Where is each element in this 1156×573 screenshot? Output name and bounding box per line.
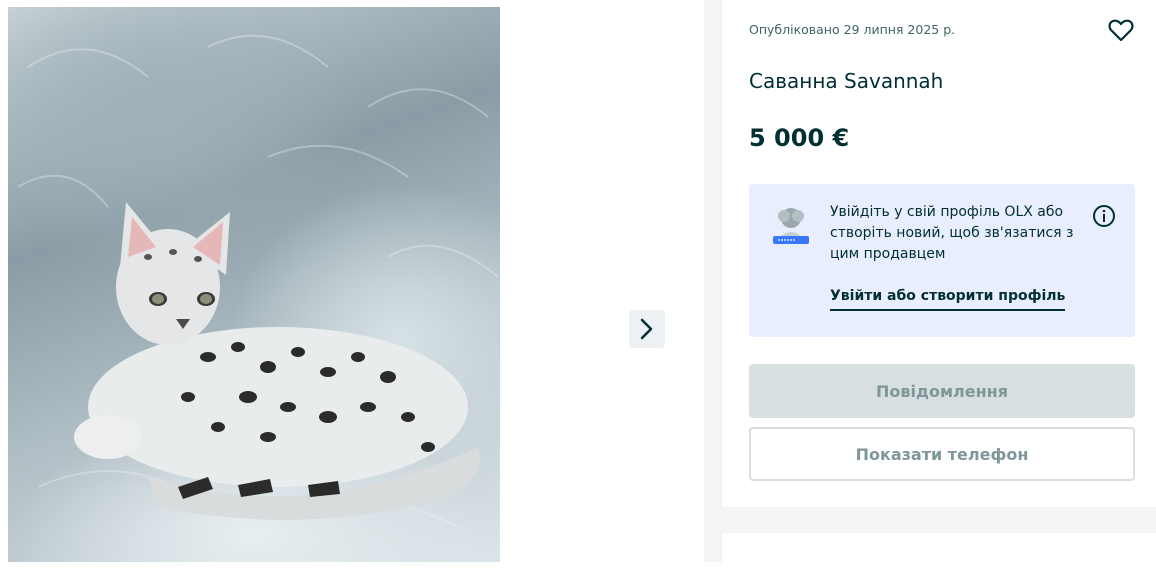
favorite-button[interactable] <box>1107 16 1135 44</box>
next-photo-button[interactable] <box>629 310 665 348</box>
message-button[interactable]: Повідомлення <box>749 364 1135 418</box>
listing-price: 5 000 € <box>749 124 850 152</box>
profile-login-illustration <box>773 208 809 244</box>
listing-photo[interactable] <box>8 7 500 562</box>
photo-gallery <box>0 0 704 562</box>
login-prompt-text: Увійдіть у свій профіль OLX або створіть… <box>830 204 1074 262</box>
listing-title: Саванна Savannah <box>749 69 944 93</box>
login-prompt: Увійдіть у свій профіль OLX або створіть… <box>749 184 1135 337</box>
published-date: Опубліковано 29 липня 2025 р. <box>749 22 956 37</box>
seller-card <box>722 533 1156 573</box>
heart-icon <box>1108 19 1134 42</box>
savannah-kitten-photo <box>17 34 499 528</box>
login-or-register-link[interactable]: Увійти або створити профіль <box>830 288 1066 311</box>
info-icon[interactable] <box>1092 204 1116 228</box>
chevron-right-icon <box>640 318 653 340</box>
show-phone-button[interactable]: Показати телефон <box>749 427 1135 481</box>
